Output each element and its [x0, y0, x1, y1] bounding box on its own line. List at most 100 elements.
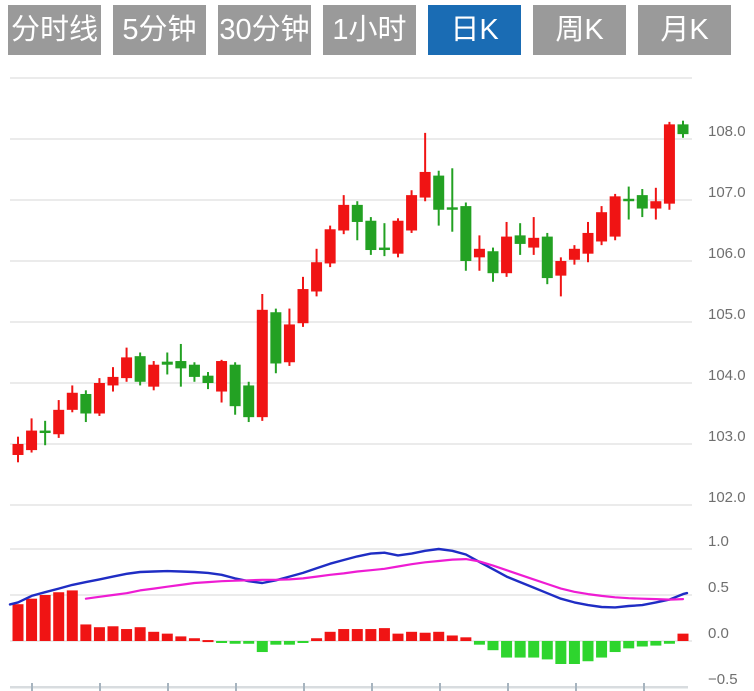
macd-histogram-bar	[487, 641, 498, 650]
candle-body	[107, 377, 118, 386]
candle-body	[121, 357, 132, 378]
candle-body	[433, 176, 444, 210]
candle-body	[555, 261, 566, 276]
candle-body	[677, 124, 688, 134]
tab-5min[interactable]: 5分钟	[113, 5, 206, 55]
candle-body	[162, 362, 173, 365]
macd-histogram-bar	[433, 632, 444, 641]
candle-body	[148, 365, 159, 387]
candle-body	[230, 365, 241, 406]
candle-body	[311, 262, 322, 291]
macd-histogram-bar	[569, 641, 580, 664]
macd-histogram-bar	[40, 595, 51, 641]
macd-histogram-bar	[474, 641, 485, 645]
macd-histogram-bar	[352, 629, 363, 641]
tab-timeshare[interactable]: 分时线	[8, 5, 101, 55]
candle-body	[13, 444, 24, 455]
dea-line	[86, 559, 683, 600]
macd-histogram-bar	[26, 599, 37, 641]
candle-body	[623, 199, 634, 201]
candle-body	[420, 172, 431, 198]
macd-histogram-bar	[677, 634, 688, 641]
candle-body	[650, 201, 661, 208]
macd-histogram-bar	[80, 624, 91, 641]
price-tick-label: 103.0	[708, 428, 746, 445]
candle-body	[297, 289, 308, 323]
macd-histogram-bar	[365, 629, 376, 641]
price-tick-label: 108.0	[708, 123, 746, 140]
candle-body	[325, 229, 336, 263]
candle-body	[284, 324, 295, 362]
candle-body	[582, 233, 593, 254]
candle-body	[664, 124, 675, 203]
dif-line	[10, 549, 687, 607]
tab-monthly-k[interactable]: 月K	[638, 5, 731, 55]
candle-body	[379, 248, 390, 250]
macd-tick-label: 1.0	[708, 533, 729, 550]
candle-body	[202, 376, 213, 383]
macd-histogram-bar	[528, 641, 539, 658]
macd-histogram-bar	[216, 641, 227, 643]
macd-histogram-bar	[257, 641, 268, 652]
macd-histogram-bar	[148, 632, 159, 641]
candle-body	[53, 410, 64, 434]
macd-histogram-bar	[121, 629, 132, 641]
macd-histogram-bar	[447, 635, 458, 641]
macd-histogram-bar	[420, 633, 431, 641]
macd-histogram-bar	[13, 604, 24, 641]
macd-histogram-bar	[637, 641, 648, 647]
candle-body	[528, 238, 539, 248]
macd-histogram-bar	[311, 638, 322, 641]
macd-histogram-bar	[650, 641, 661, 646]
tab-daily-k[interactable]: 日K	[428, 5, 521, 55]
macd-histogram-bar	[162, 634, 173, 641]
macd-histogram-bar	[555, 641, 566, 664]
candle-body	[40, 431, 51, 433]
candle-body	[501, 237, 512, 274]
macd-histogram-bar	[542, 641, 553, 659]
macd-histogram-bar	[582, 641, 593, 661]
macd-histogram-bar	[501, 641, 512, 658]
macd-histogram-bar	[664, 641, 675, 644]
macd-histogram-bar	[460, 637, 471, 641]
candle-body	[175, 361, 186, 368]
candle-body	[67, 393, 78, 410]
candle-body	[460, 206, 471, 261]
candle-body	[596, 212, 607, 241]
candle-body	[243, 385, 254, 417]
candle-body	[338, 205, 349, 231]
macd-histogram-bar	[297, 641, 308, 643]
macd-histogram-bar	[379, 628, 390, 641]
kline-widget: 分时线 5分钟 30分钟 1小时 日K 周K 月K 108.0 107.0 106.…	[0, 0, 754, 691]
candle-body	[474, 249, 485, 258]
candle-body	[610, 196, 621, 236]
macd-histogram-bar	[284, 641, 295, 645]
macd-tick-label: 0.0	[708, 625, 729, 642]
macd-histogram-bar	[406, 632, 417, 641]
candle-body	[569, 249, 580, 260]
candle-body	[447, 207, 458, 209]
period-tabs: 分时线 5分钟 30分钟 1小时 日K 周K 月K	[8, 5, 731, 55]
macd-tick-label: 0.5	[708, 579, 729, 596]
macd-histogram-bar	[270, 641, 281, 645]
macd-histogram-bar	[515, 641, 526, 658]
candle-body	[26, 431, 37, 451]
tab-weekly-k[interactable]: 周K	[533, 5, 626, 55]
macd-histogram-bar	[623, 641, 634, 648]
macd-histogram-bar	[53, 592, 64, 641]
price-tick-label: 104.0	[708, 367, 746, 384]
price-tick-label: 107.0	[708, 184, 746, 201]
candle-body	[80, 394, 91, 414]
price-tick-label: 106.0	[708, 245, 746, 262]
tab-1hour[interactable]: 1小时	[323, 5, 416, 55]
candle-body	[637, 195, 648, 208]
candle-body	[392, 221, 403, 254]
candle-body	[270, 312, 281, 363]
macd-histogram-bar	[392, 634, 403, 641]
macd-histogram-bar	[107, 626, 118, 641]
macd-histogram-bar	[230, 641, 241, 644]
candle-body	[257, 310, 268, 417]
tab-30min[interactable]: 30分钟	[218, 5, 311, 55]
macd-histogram-bar	[94, 627, 105, 641]
macd-histogram-bar	[67, 590, 78, 641]
